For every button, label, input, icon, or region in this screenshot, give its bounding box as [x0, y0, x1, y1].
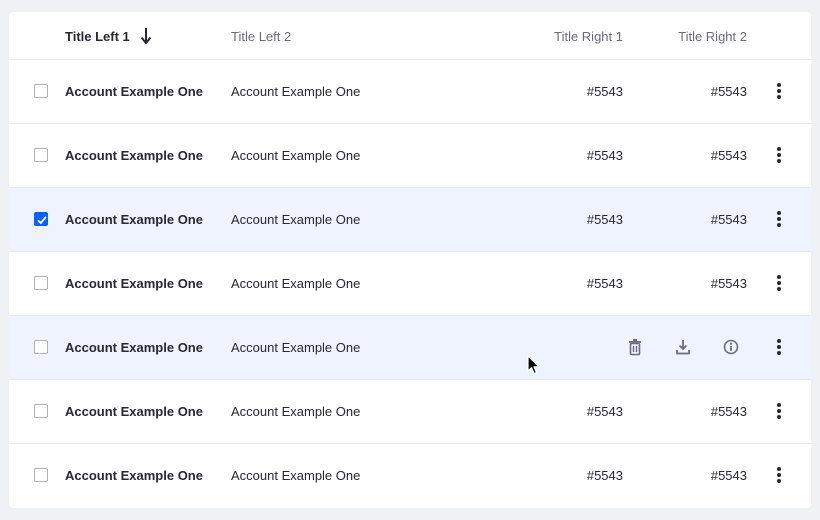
row-title-left-1: Account Example One	[65, 212, 203, 227]
column-header-title-right-2[interactable]: Title Right 2	[678, 29, 747, 44]
row-checkbox[interactable]	[34, 468, 48, 482]
table-row[interactable]: Account Example One Account Example One …	[9, 380, 811, 444]
table-row[interactable]: Account Example One Account Example One …	[9, 124, 811, 188]
row-title-left-2: Account Example One	[231, 468, 361, 483]
row-title-right-1: #5543	[586, 148, 623, 163]
data-table: Title Left 1 Title Left 2 Title Right 1 …	[9, 12, 811, 508]
info-icon[interactable]	[723, 338, 739, 356]
kebab-icon[interactable]	[771, 274, 787, 292]
row-checkbox[interactable]	[34, 276, 48, 290]
kebab-icon[interactable]	[771, 466, 787, 484]
row-title-left-1: Account Example One	[65, 340, 203, 355]
kebab-icon[interactable]	[771, 338, 787, 356]
row-title-left-2: Account Example One	[231, 84, 361, 99]
row-checkbox[interactable]	[34, 340, 48, 354]
table-header: Title Left 1 Title Left 2 Title Right 1 …	[9, 12, 811, 60]
column-header-title-left-1[interactable]: Title Left 1	[65, 29, 130, 44]
row-title-left-2: Account Example One	[231, 404, 361, 419]
row-title-right-2: #5543	[710, 212, 747, 227]
row-title-right-2: #5543	[710, 84, 747, 99]
row-title-left-2: Account Example One	[231, 212, 361, 227]
row-title-right-1: #5543	[586, 84, 623, 99]
table-row[interactable]: Account Example One Account Example One …	[9, 444, 811, 508]
table-row-hovered[interactable]: Account Example One Account Example One	[9, 316, 811, 380]
check-icon	[37, 216, 47, 225]
download-icon[interactable]	[675, 338, 691, 356]
row-title-right-1: #5543	[586, 468, 623, 483]
row-title-right-1: #5543	[586, 404, 623, 419]
trash-icon[interactable]	[627, 338, 643, 356]
row-title-left-2: Account Example One	[231, 276, 361, 291]
table-row[interactable]: Account Example One Account Example One …	[9, 60, 811, 124]
kebab-icon[interactable]	[771, 402, 787, 420]
row-checkbox[interactable]	[34, 148, 48, 162]
row-title-left-2: Account Example One	[231, 148, 361, 163]
arrow-down-icon[interactable]	[139, 26, 153, 46]
row-title-left-1: Account Example One	[65, 404, 203, 419]
kebab-icon[interactable]	[771, 82, 787, 100]
kebab-icon[interactable]	[771, 210, 787, 228]
row-checkbox[interactable]	[34, 84, 48, 98]
row-title-left-2: Account Example One	[231, 340, 361, 355]
row-title-right-2: #5543	[710, 404, 747, 419]
row-title-left-1: Account Example One	[65, 148, 203, 163]
row-title-left-1: Account Example One	[65, 468, 203, 483]
column-header-title-right-1[interactable]: Title Right 1	[554, 29, 623, 44]
kebab-icon[interactable]	[771, 146, 787, 164]
row-title-right-1: #5543	[586, 276, 623, 291]
row-title-right-1: #5543	[586, 212, 623, 227]
row-checkbox[interactable]	[34, 404, 48, 418]
row-title-left-1: Account Example One	[65, 276, 203, 291]
table-row-selected[interactable]: Account Example One Account Example One …	[9, 188, 811, 252]
row-title-left-1: Account Example One	[65, 84, 203, 99]
row-title-right-2: #5543	[710, 276, 747, 291]
row-title-right-2: #5543	[710, 468, 747, 483]
table-row[interactable]: Account Example One Account Example One …	[9, 252, 811, 316]
row-checkbox-checked[interactable]	[34, 212, 48, 226]
row-title-right-2: #5543	[710, 148, 747, 163]
column-header-title-left-2[interactable]: Title Left 2	[231, 29, 291, 44]
